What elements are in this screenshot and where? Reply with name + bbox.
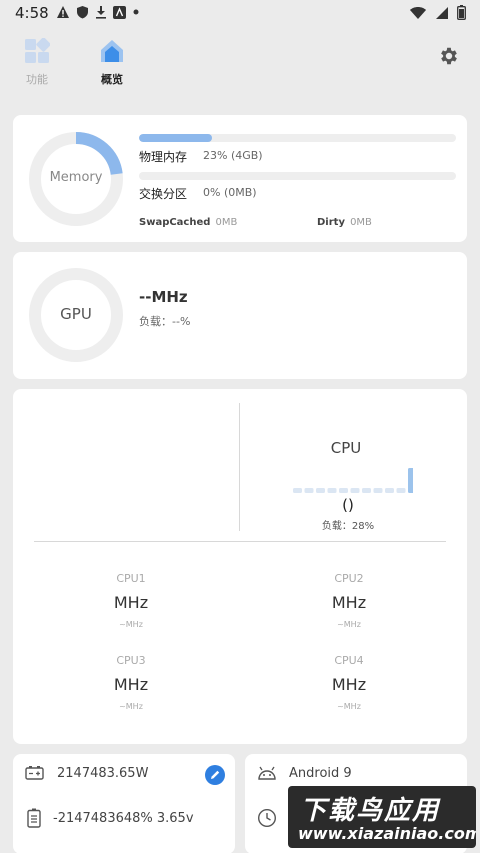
cpu-vertical-divider [239, 403, 240, 531]
cpu-core-name: CPU2 [334, 572, 364, 585]
gpu-card[interactable]: GPU --MHz 负载：--% [13, 252, 467, 379]
pencil-icon[interactable] [205, 765, 225, 785]
swap-value: 0% (0MB) [203, 186, 257, 199]
uptime-row [257, 808, 277, 828]
wifi-icon [410, 6, 426, 19]
a-icon [113, 5, 126, 19]
cpu-core-4: CPU4 MHz ~MHz [289, 654, 409, 711]
cpu-history-bar [339, 488, 348, 493]
signal-icon [436, 6, 448, 19]
gpu-ring-label: GPU [60, 305, 92, 323]
watermark-url: www.xiazainiao.com [298, 824, 476, 843]
cpu-core-range: ~MHz [337, 702, 361, 711]
physical-memory-value: 23% (4GB) [203, 149, 263, 162]
cpu-history-bar [304, 488, 314, 493]
cpu-horizontal-divider [34, 541, 446, 542]
battery-capacity: 2147483.65W [57, 765, 149, 781]
watermark-logo: 下载鸟应用 www.xiazainiao.com [288, 786, 476, 848]
top-nav: 功能 概览 [0, 28, 480, 88]
android-version-row: Android 9 [257, 765, 352, 781]
clock-icon [257, 808, 277, 828]
cpu-core-name: CPU1 [116, 572, 146, 585]
battery-capacity-row: 2147483.65W [25, 765, 148, 781]
android-version: Android 9 [289, 765, 352, 781]
swap-label: 交换分区 [139, 187, 188, 201]
battery-icon [457, 5, 466, 20]
cpu-core-name: CPU3 [116, 654, 146, 667]
battery-status: -2147483648% 3.65v [53, 810, 194, 826]
cpu-core-range: ~MHz [119, 702, 143, 711]
tab-overview-label: 概览 [101, 73, 123, 86]
swapcached-label: SwapCached [139, 217, 211, 228]
dirty-label: Dirty [317, 217, 345, 228]
status-time: 4:58 [15, 4, 49, 22]
memory-card[interactable]: Memory 物理内存 23% (4GB) 交换分区 0% (0MB) Swap… [13, 115, 467, 242]
cpu-title: CPU [330, 439, 362, 457]
physical-memory-bar [139, 134, 456, 142]
cpu-card[interactable]: CPU () 负载：28% CPU1 MHz ~MHz CPU2 MHz ~MH… [13, 389, 467, 744]
cpu-history-bar [373, 488, 383, 493]
dot-icon [133, 9, 139, 15]
alert-icon [57, 6, 69, 18]
cpu-core-freq: MHz [113, 675, 149, 694]
cpu-core-range: ~MHz [337, 620, 361, 629]
cpu-core-freq: MHz [331, 675, 367, 694]
swapcached-value: 0MB [215, 217, 238, 228]
swap-bar [139, 172, 456, 180]
dirty-stat: Dirty 0MB [317, 210, 372, 229]
tab-overview[interactable]: 概览 [82, 38, 142, 87]
memory-ring: Memory [28, 131, 124, 227]
cpu-history-bar [293, 488, 302, 493]
cpu-history-bar [385, 488, 394, 493]
cpu-core-freq: MHz [331, 593, 367, 612]
cpu-history-bar [408, 468, 413, 493]
cpu-history-bar [396, 488, 406, 493]
dirty-value: 0MB [350, 217, 372, 228]
gpu-load: 负载：--% [139, 315, 191, 328]
home-icon [101, 40, 123, 62]
cpu-core-name: CPU4 [334, 654, 364, 667]
battery-card[interactable]: 2147483.65W -2147483648% 3.65v [13, 754, 235, 853]
memory-ring-label: Memory [49, 170, 103, 185]
cpu-history-bar [362, 488, 371, 493]
cpu-core-freq: MHz [113, 593, 149, 612]
cpu-core-2: CPU2 MHz ~MHz [289, 572, 409, 629]
gear-icon[interactable] [438, 45, 460, 67]
shield-icon [77, 6, 88, 19]
swapcached-stat: SwapCached 0MB [139, 210, 237, 229]
android-icon [258, 766, 276, 780]
gpu-frequency: --MHz [139, 288, 188, 306]
status-bar: 4:58 [0, 0, 480, 28]
cpu-load: 负载：28% [321, 521, 375, 532]
gpu-ring: GPU [28, 267, 124, 363]
physical-memory-label: 物理内存 [139, 150, 188, 164]
battery-capacity-icon [25, 766, 44, 780]
cpu-history-bar [316, 488, 325, 493]
cpu-history-bar [350, 488, 360, 493]
cpu-value: () [342, 496, 354, 514]
cpu-history-bar [327, 488, 337, 493]
battery-status-row: -2147483648% 3.65v [27, 808, 194, 828]
watermark-title: 下载鸟应用 [300, 796, 441, 826]
tab-functions[interactable]: 功能 [7, 37, 67, 87]
cpu-core-3: CPU3 MHz ~MHz [71, 654, 191, 711]
battery-icon [27, 808, 41, 828]
tab-functions-label: 功能 [26, 73, 48, 86]
download-icon [96, 6, 106, 19]
cpu-history-chart [293, 468, 413, 493]
cpu-core-range: ~MHz [119, 620, 143, 629]
cpu-core-1: CPU1 MHz ~MHz [71, 572, 191, 629]
grid-icon [25, 37, 51, 63]
